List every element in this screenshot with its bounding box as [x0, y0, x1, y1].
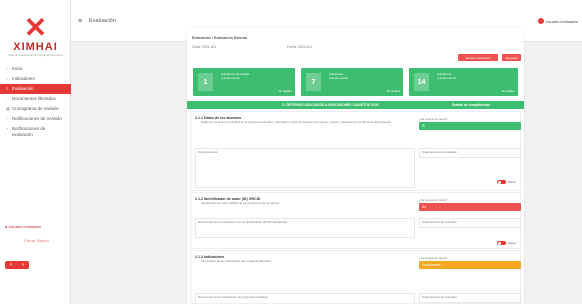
observations-textarea[interactable]: Observaciones: [195, 148, 415, 188]
criterion-description: Datos de los alumnos inscritos en el pro… [201, 120, 392, 124]
sidebar-user[interactable]: ● Usuario evaluador [5, 224, 41, 229]
home-icon: ⌂ [6, 66, 9, 71]
logo-text: XIMHAI [13, 41, 58, 53]
section-title: 2. CRITERIOS ASOCIADOS A INDICADORES CUA… [282, 103, 379, 107]
estado-evaluacion-button[interactable]: Estado evaluación [458, 54, 498, 61]
criterion-item: 2.1.2 Identificador de autor (ID) ORCID … [190, 192, 521, 249]
meta-clave: Clave: 2021-001 [192, 45, 217, 49]
sidebar-item-label: Documentos liberados [12, 96, 56, 101]
toggle-switch-icon [496, 241, 506, 245]
sidebar-item-documentos[interactable]: ▫ Documentos liberados [0, 94, 71, 104]
regresar-button[interactable]: Regresar [502, 54, 521, 61]
calendar-icon: ▦ [6, 106, 10, 111]
sidebar-item-label: Notificaciones de revisión [12, 116, 62, 121]
bell-icon: ◔ [6, 116, 9, 121]
logout-link[interactable]: Cerrar Sesión [24, 238, 49, 243]
compliance-select[interactable]: Sí [419, 122, 521, 130]
sidebar-menu: ⌂ Inicio ▪ Indicadores ≡ Evaluación ▫ Docume… [0, 64, 71, 140]
stat-link[interactable]: Ver detalles [501, 90, 515, 93]
stat-number: 1 [198, 73, 213, 91]
stat-link[interactable]: Ver detalles [278, 90, 292, 93]
logo-subtitle: Sistema de Evaluación de Programas Educa… [8, 54, 63, 57]
criterion-description: Información de los indicadores del progr… [201, 259, 273, 263]
evaluator-notes[interactable]: Observaciones del evaluador [419, 218, 521, 228]
sidebar-item-indicadores[interactable]: ▪ Indicadores [0, 74, 71, 84]
stat-label: Indicadores de calidad Cumple parcial [221, 72, 249, 80]
active-toggle[interactable]: Activo [496, 241, 516, 245]
user-avatar-icon [537, 18, 544, 24]
arrow-right-icon: » [21, 262, 25, 268]
sidebar-item-evaluacion[interactable]: ≡ Evaluación [0, 84, 71, 94]
toggle-label: Activo [507, 180, 516, 184]
app-logo[interactable]: ✕ XIMHAI Sistema de Evaluación de Progra… [8, 12, 63, 58]
stat-label: Indicadores Cumple parcial [437, 72, 456, 80]
arrow-left-icon: « [9, 262, 13, 268]
sidebar-collapse-button[interactable]: «» [5, 261, 29, 269]
criterion-description: Identificador de autor ORCID de los prof… [201, 201, 280, 205]
question-label: ¿Se cumple el criterio? [419, 198, 448, 202]
doc-icon: ▫ [6, 96, 8, 101]
section-status-header: Estado de cumplimiento [452, 103, 491, 107]
criterion-item: 2.1.1 Datos de los alumnos Datos de los … [190, 111, 521, 191]
active-toggle[interactable]: Activo [496, 180, 516, 184]
section-header: 2. CRITERIOS ASOCIADOS A INDICADORES CUA… [187, 101, 524, 109]
criterion-item: 2.1.3 Indicadores Información de los ind… [190, 250, 521, 304]
breadcrumb: Evaluación / Evaluación Externa [192, 36, 248, 40]
sidebar-user-name: Usuario evaluador [8, 224, 41, 229]
sidebar-item-notif-evaluacion[interactable]: ◔ Notificaciones de evaluación [0, 124, 71, 140]
question-label: ¿Se cumple el criterio? [419, 117, 448, 121]
list-icon: ≡ [6, 86, 9, 91]
stat-card[interactable]: 7 Indicadores Cumple parcial Ver detalles [301, 68, 403, 96]
chart-icon: ▪ [6, 76, 8, 81]
user-menu[interactable]: Usuario evaluador [537, 18, 578, 24]
question-label: ¿Se cumple el criterio? [419, 256, 448, 260]
logo-x-icon: ✕ [23, 12, 48, 43]
sidebar-item-cronograma[interactable]: ▦ Cronograma de revisión [0, 104, 71, 114]
compliance-select[interactable]: Parcialmente [419, 261, 521, 269]
stat-number: 7 [306, 73, 321, 91]
evaluator-notes[interactable]: Observaciones del evaluador [419, 293, 521, 303]
sidebar-item-label: Notificaciones de evaluación [11, 126, 46, 137]
sidebar-item-notif-revision[interactable]: ◔ Notificaciones de revisión [0, 114, 71, 124]
meta-fecha: Fecha: 2021-001 [287, 45, 312, 49]
hamburger-menu-icon[interactable]: ≡ [78, 18, 82, 25]
observations-textarea[interactable]: Documento de los profesores con su ident… [195, 218, 415, 238]
sidebar-item-label: Inicio [12, 66, 23, 71]
stat-link[interactable]: Ver detalles [386, 90, 400, 93]
stat-card[interactable]: 14 Indicadores Cumple parcial Ver detalle… [409, 68, 518, 96]
page-title: Evaluación [89, 18, 116, 24]
toggle-label: Activo [507, 241, 516, 245]
compliance-select[interactable]: No [419, 203, 521, 211]
observations-textarea[interactable]: Documento de los indicadores del program… [195, 293, 415, 304]
sidebar-item-label: Cronograma de revisión [12, 106, 59, 111]
sidebar: ✕ XIMHAI Sistema de Evaluación de Progra… [0, 0, 71, 304]
evaluation-card: Evaluación / Evaluación Externa Clave: 2… [187, 28, 524, 304]
stat-number: 14 [414, 73, 429, 91]
evaluator-notes[interactable]: Observaciones del evaluador [419, 148, 521, 158]
sidebar-item-label: Evaluación [12, 86, 34, 91]
toggle-switch-icon [496, 180, 506, 184]
sidebar-item-label: Indicadores [12, 76, 35, 81]
stat-card[interactable]: 1 Indicadores de calidad Cumple parcial V… [193, 68, 295, 96]
user-name: Usuario evaluador [545, 18, 578, 24]
bell-icon: ◔ [6, 126, 9, 131]
sidebar-item-inicio[interactable]: ⌂ Inicio [0, 64, 71, 74]
stat-label: Indicadores Cumple parcial [329, 72, 348, 80]
